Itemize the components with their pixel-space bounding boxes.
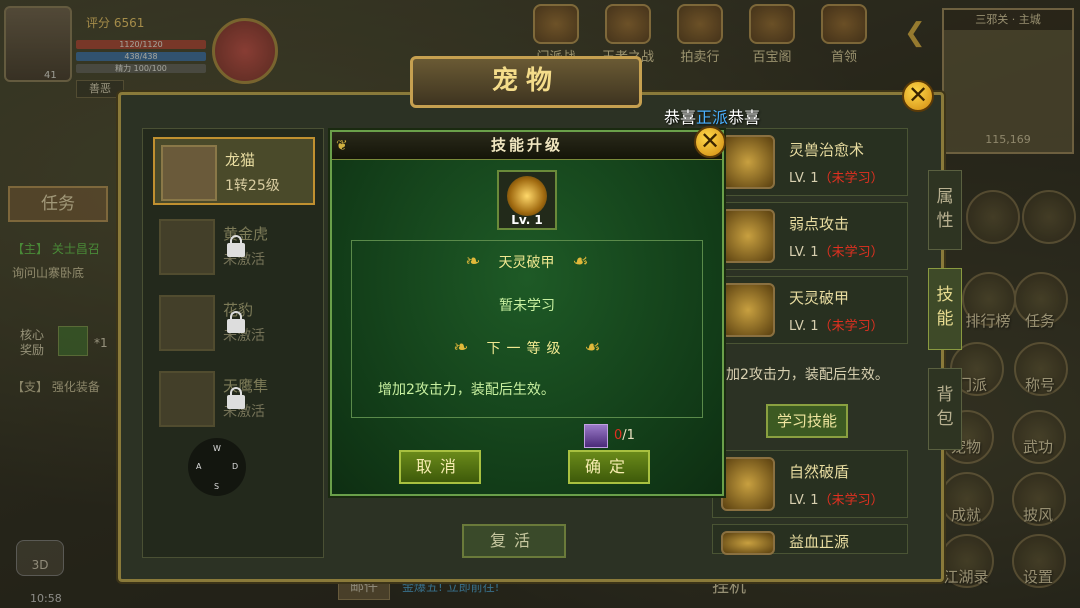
next-level-label: 下一等级	[486, 341, 567, 357]
pk-mode-button[interactable]: 善恶	[76, 80, 124, 98]
energy-bar: 精力 100/100	[76, 64, 206, 73]
pet-skill-list: 灵兽治愈术 LV. 1（未学习） 弱点攻击 LV. 1（未学习） 天灵破甲 LV…	[708, 124, 908, 555]
pet-orb-icon[interactable]	[212, 18, 278, 84]
minimap-coords: 115,169	[985, 133, 1031, 146]
close-icon: ✕	[902, 80, 934, 112]
side-menu-label-cloak: 披风	[1022, 506, 1053, 524]
minimap[interactable]: 三邪关 · 主城 115,169	[942, 8, 1074, 154]
shield-skill-icon	[721, 457, 775, 511]
treasure-icon	[749, 4, 795, 44]
movement-joystick[interactable]: W A D S	[188, 438, 246, 496]
next-level-effect: 增加2攻击力，装配后生效。	[378, 382, 555, 398]
clock: 10:58	[30, 592, 62, 605]
tab-attributes[interactable]: 属性	[928, 170, 962, 250]
cloud-ornament-icon: ❧	[453, 337, 469, 358]
pet-window-title: 宠物	[410, 56, 642, 108]
skill-item-weakpoint[interactable]: 弱点攻击 LV. 1（未学习）	[712, 202, 908, 270]
top-menu-boss[interactable]: 首领	[818, 4, 870, 65]
learn-skill-button[interactable]: 学习技能	[766, 404, 848, 438]
side-menu-button-top-b[interactable]	[1022, 190, 1076, 244]
dialog-title: 技能升级	[332, 132, 722, 160]
top-menu-auction[interactable]: 拍卖行	[674, 4, 726, 65]
auction-icon	[677, 4, 723, 44]
main-quest-detail[interactable]: 询问山寨卧底	[12, 264, 84, 281]
skill-item-armor-break[interactable]: 天灵破甲 LV. 1（未学习）	[712, 276, 908, 344]
sect-war-icon	[533, 4, 579, 44]
mp-bar: 438/438	[76, 52, 206, 61]
blood-skill-icon	[721, 531, 775, 555]
revive-button[interactable]: 复活	[462, 524, 566, 558]
quest-reward-count: *1	[94, 336, 108, 350]
boss-icon	[821, 4, 867, 44]
skill-book-icon[interactable]	[584, 424, 608, 448]
tab-skills[interactable]: 技能	[928, 268, 962, 350]
quest-reward-icon[interactable]	[58, 326, 88, 356]
player-avatar[interactable]	[4, 6, 72, 82]
side-menu-label-title: 称号	[1024, 376, 1055, 394]
top-menu-treasure[interactable]: 百宝阁	[746, 4, 798, 65]
swirl-ornament-icon: ❦	[336, 138, 348, 154]
pet-item-longmao[interactable]: 龙猫 1转25级	[153, 137, 315, 205]
cloud-ornament-icon: ☙	[572, 251, 589, 272]
skill-info-box: ❧ 天灵破甲 ☙ 暂未学习 ❧ 下一等级 ☙ 增加2攻击力，装配后生效。	[351, 240, 703, 418]
skill-item-blood[interactable]: 益血正源	[712, 524, 908, 555]
skill-status: 暂未学习	[499, 298, 555, 314]
king-battle-icon	[605, 4, 651, 44]
player-level: 41	[44, 70, 57, 81]
side-menu-label-achievement: 成就	[950, 506, 981, 524]
main-quest-title[interactable]: 【主】 关士昌召	[12, 240, 100, 257]
lock-icon	[227, 235, 245, 257]
lock-icon	[227, 387, 245, 409]
quest-tab[interactable]: 任务	[8, 186, 108, 222]
side-menu-label-martial: 武功	[1022, 438, 1053, 456]
pet-portrait	[159, 219, 215, 275]
skill-icon-armor-break: Lv. 1	[497, 170, 557, 230]
hp-bar: 1120/1120	[76, 40, 206, 49]
heal-skill-icon	[721, 135, 775, 189]
claw-skill-icon	[721, 209, 775, 263]
skill-item-shield-break[interactable]: 自然破盾 LV. 1（未学习）	[712, 450, 908, 518]
cloud-ornament-icon: ☙	[584, 337, 601, 358]
player-power: 评分 6561	[86, 16, 145, 30]
armor-break-skill-icon	[507, 176, 547, 216]
pet-window-close-button[interactable]: ✕	[902, 80, 934, 112]
material-count: 0/1	[614, 428, 635, 443]
pet-portrait	[159, 295, 215, 351]
armor-break-skill-icon	[721, 283, 775, 337]
side-menu-label-ranking: 排行榜	[965, 312, 1011, 330]
skill-item-heal[interactable]: 灵兽治愈术 LV. 1（未学习）	[712, 128, 908, 196]
top-menu-king-battle[interactable]: 王者之战	[602, 4, 654, 65]
pet-list: 龙猫 1转25级 黄金虎 未激活 花豹 未激活 天鹰隼 未激活	[142, 128, 324, 558]
pet-portrait	[159, 371, 215, 427]
side-menu-label-jianghu: 江湖录	[943, 568, 989, 586]
skill-description: 增加2攻击力，装配后生效。	[712, 367, 889, 383]
side-menu-label-settings: 设置	[1022, 568, 1053, 586]
skill-level-label: Lv. 1	[511, 213, 543, 227]
side-menu-label-quest: 任务	[1024, 312, 1055, 330]
cloud-ornament-icon: ❧	[465, 251, 481, 272]
cancel-button[interactable]: 取消	[399, 450, 481, 484]
side-menu-button-top-a[interactable]	[966, 190, 1020, 244]
top-menu: 门派战 王者之战 拍卖行 百宝阁 首领	[530, 4, 870, 65]
dialog-skill-name: 天灵破甲	[498, 255, 555, 271]
close-icon: ✕	[694, 126, 726, 158]
dialog-close-button[interactable]: ✕	[694, 126, 726, 158]
quest-reward-label: 核心奖励	[20, 328, 45, 357]
view-mode-button[interactable]: 3D	[16, 540, 64, 576]
tab-bag[interactable]: 背包	[928, 368, 962, 450]
pet-portrait	[161, 145, 217, 201]
minimap-title: 三邪关 · 主城	[944, 10, 1072, 30]
top-menu-sect-war[interactable]: 门派战	[530, 4, 582, 65]
collapse-arrow-icon[interactable]: ❮	[904, 18, 926, 48]
branch-quest[interactable]: 【支】 强化装备	[12, 378, 100, 395]
lock-icon	[227, 311, 245, 333]
confirm-button[interactable]: 确定	[568, 450, 650, 484]
